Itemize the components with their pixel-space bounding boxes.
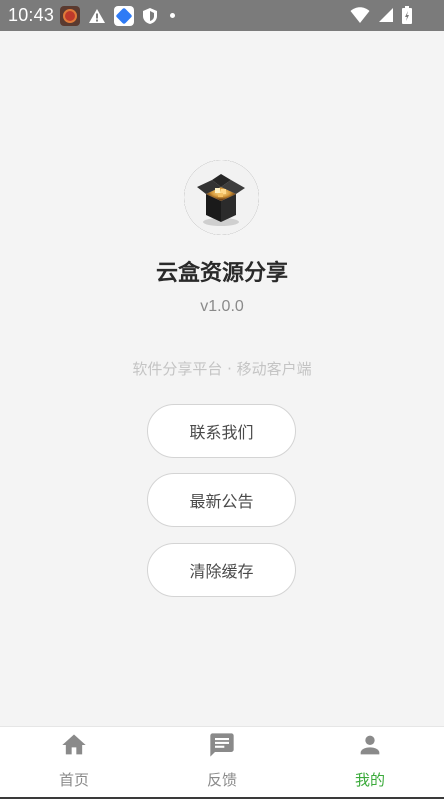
nav-label-home: 首页	[58, 771, 89, 789]
shield-icon	[143, 7, 158, 24]
nav-item-home[interactable]: 首页	[0, 727, 148, 797]
nav-label-feedback: 反馈	[206, 771, 237, 789]
more-notifications-dot	[170, 13, 176, 18]
bottom-navigation: 首页 反馈 我的	[0, 726, 444, 797]
clear-cache-button[interactable]: 清除缓存	[147, 543, 296, 597]
app-version: v1.0.0	[200, 298, 244, 315]
signal-icon	[379, 8, 393, 22]
system-icons	[350, 6, 412, 24]
wifi-icon	[350, 7, 370, 23]
app-notification-icon	[60, 5, 81, 26]
app-tagline: 软件分享平台 · 移动客户端	[132, 360, 312, 378]
feedback-icon	[210, 733, 234, 757]
person-icon	[360, 735, 380, 755]
status-time: 10:43	[8, 5, 55, 25]
status-bar: 10:43	[0, 0, 444, 31]
warning-icon	[89, 8, 106, 23]
app-name: 云盒资源分享	[155, 261, 288, 286]
contact-us-button[interactable]: 联系我们	[147, 404, 296, 458]
nav-item-mine[interactable]: 我的	[296, 727, 444, 797]
home-icon	[62, 734, 86, 755]
nav-item-feedback[interactable]: 反馈	[148, 727, 296, 797]
layers-app-icon	[114, 5, 135, 26]
notification-icons	[60, 5, 176, 26]
box-icon	[184, 160, 259, 235]
battery-icon	[402, 6, 412, 24]
latest-announcement-button[interactable]: 最新公告	[147, 473, 296, 527]
app-logo	[184, 160, 259, 235]
nav-label-mine: 我的	[354, 771, 385, 789]
